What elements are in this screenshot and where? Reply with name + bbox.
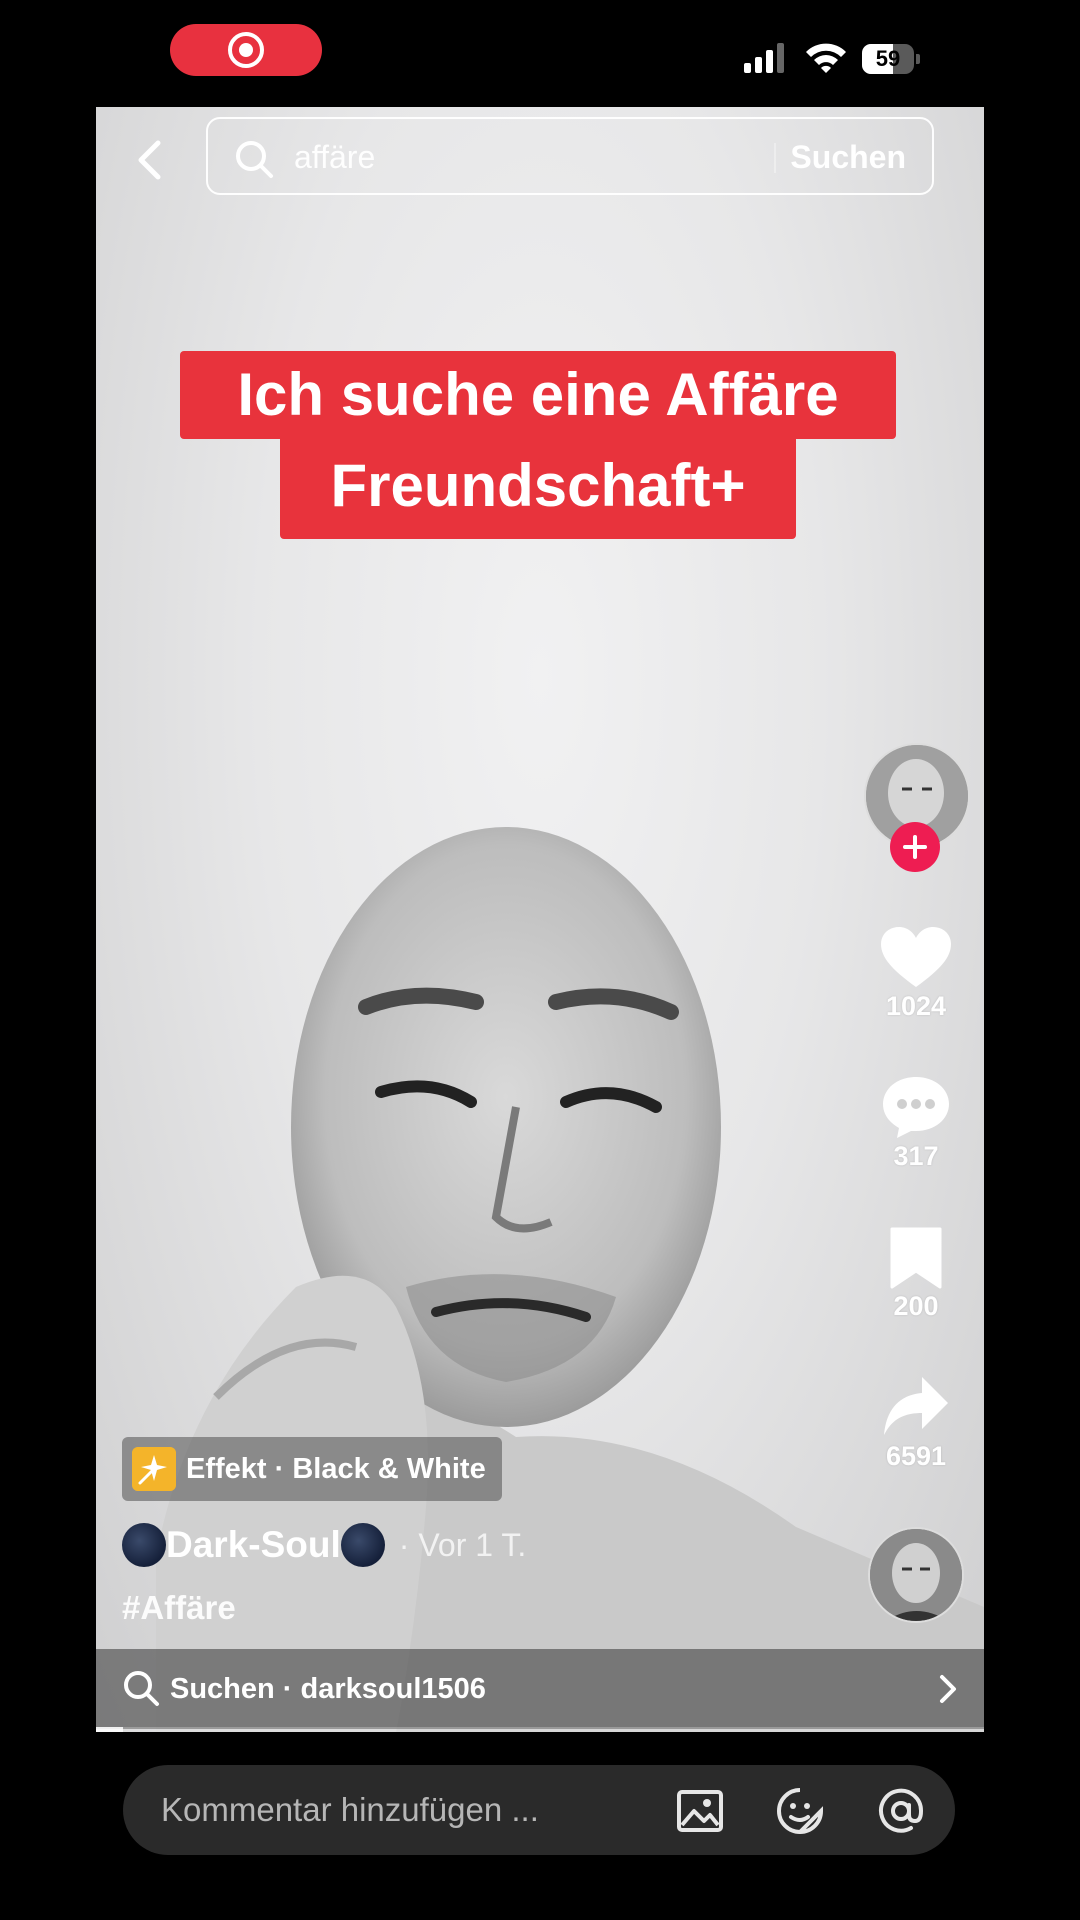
search-icon — [124, 1671, 159, 1706]
screen-recording-indicator[interactable] — [170, 24, 322, 76]
like-count: 1024 — [885, 991, 947, 1021]
search-bar[interactable]: affäre Suchen — [206, 117, 934, 195]
emoji-icon[interactable] — [776, 1787, 824, 1835]
dark-circle-emoji-icon — [340, 1523, 385, 1567]
image-icon[interactable] — [676, 1787, 724, 1835]
comment-input[interactable]: Kommentar hinzufügen ... — [161, 1765, 539, 1855]
back-button[interactable] — [126, 135, 176, 185]
battery-cap — [916, 54, 920, 64]
related-search-label: Suchen · darksoul1506 — [170, 1673, 486, 1705]
wifi-icon — [806, 43, 846, 73]
comment-button[interactable]: 317 — [866, 1075, 966, 1172]
battery-body: 59 — [862, 44, 914, 74]
sound-cover-image — [870, 1529, 962, 1621]
share-count: 6591 — [885, 1441, 947, 1471]
hashtag-link[interactable]: #Affäre — [122, 1589, 236, 1627]
video-caption-line-1: Ich suche eine Affäre — [180, 351, 896, 439]
battery-indicator: 59 — [862, 44, 922, 74]
search-submit-button[interactable]: Suchen — [790, 137, 906, 177]
author-name[interactable]: Dark-Soul — [166, 1524, 341, 1566]
video-progress-bar[interactable] — [96, 1727, 984, 1732]
effect-label: Effekt · Black & White — [186, 1453, 486, 1485]
status-bar: 59 — [0, 0, 1080, 107]
comment-count: 317 — [893, 1141, 939, 1171]
video-caption-line-2: Freundschaft+ — [280, 439, 796, 539]
follow-button[interactable] — [890, 822, 940, 872]
author-row[interactable]: Dark-Soul · Vor 1 T. — [122, 1523, 526, 1579]
comment-bar[interactable]: Kommentar hinzufügen ... — [123, 1765, 955, 1855]
dark-circle-emoji-icon — [122, 1523, 166, 1567]
bookmark-icon — [890, 1227, 942, 1289]
share-button[interactable]: 6591 — [866, 1375, 966, 1472]
heart-icon — [881, 927, 951, 987]
sound-disc[interactable] — [868, 1527, 964, 1623]
like-button[interactable]: 1024 — [866, 927, 966, 1022]
related-search-bar[interactable]: Suchen · darksoul1506 — [96, 1649, 984, 1729]
share-arrow-icon — [884, 1377, 948, 1435]
video-player[interactable]: affäre Suchen Ich suche eine Affäre Freu… — [96, 107, 984, 1732]
search-input[interactable]: affäre — [294, 137, 375, 177]
post-time: · Vor 1 T. — [398, 1526, 527, 1563]
chevron-right-icon — [940, 1675, 956, 1703]
video-progress-fill — [96, 1727, 123, 1732]
battery-percentage: 59 — [875, 46, 901, 71]
comment-bubble-icon — [883, 1077, 949, 1138]
save-button[interactable]: 200 — [866, 1227, 966, 1322]
at-icon[interactable] — [877, 1787, 925, 1835]
record-icon — [228, 32, 264, 68]
effect-sparkle-icon — [132, 1447, 176, 1491]
search-icon — [236, 141, 273, 178]
effect-chip[interactable]: Effekt · Black & White — [122, 1437, 502, 1501]
cellular-signal-icon — [744, 43, 784, 73]
save-count: 200 — [893, 1291, 939, 1321]
search-divider — [774, 143, 776, 173]
